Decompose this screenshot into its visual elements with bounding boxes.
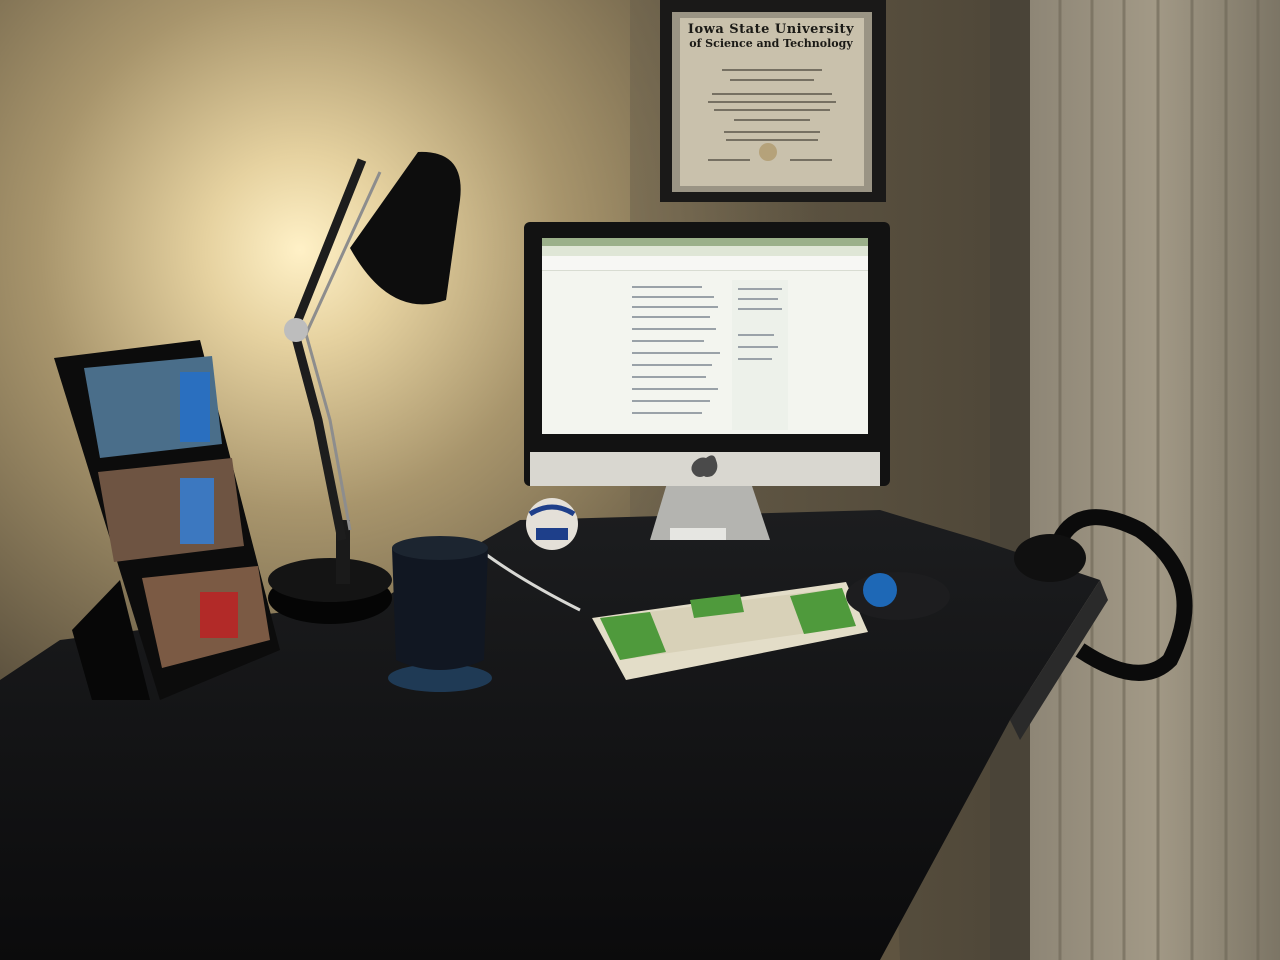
browser-address-bar [542,246,868,256]
mug [388,536,492,692]
baseball [526,498,578,550]
diploma-university-name: Iowa State University [687,22,855,37]
desk-scene: Iowa State University of Science and Tec… [0,0,1280,960]
scene-drawing [0,0,1280,960]
imac-screen [542,238,868,434]
page-sidebar [732,280,788,430]
browser-tab-bar [542,238,868,246]
diploma-subtitle: of Science and Technology [689,37,853,50]
diploma-text: Iowa State University of Science and Tec… [676,22,866,50]
window-blinds [1030,0,1280,960]
trackball [846,572,950,620]
page-header-bar [542,256,868,271]
